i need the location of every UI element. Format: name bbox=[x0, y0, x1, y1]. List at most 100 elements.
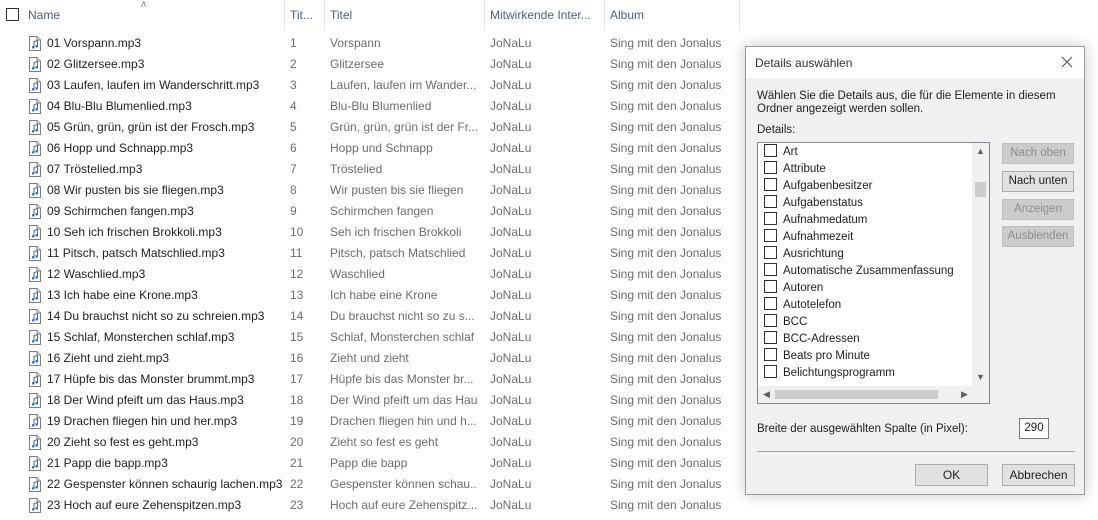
file-row[interactable]: 16 Zieht und zieht.mp3 16 Zieht und zieht J… bbox=[0, 348, 740, 369]
audio-file-icon bbox=[29, 225, 41, 240]
details-item[interactable]: BCC bbox=[764, 314, 807, 331]
details-item[interactable]: Autoren bbox=[764, 280, 823, 297]
details-checkbox[interactable] bbox=[764, 144, 777, 158]
file-row[interactable]: 17 Hüpfe bis das Monster brummt.mp3 17 Hüp… bbox=[0, 369, 740, 390]
track-title: Glitzersee bbox=[330, 57, 385, 71]
column-header-title[interactable]: Titel bbox=[325, 0, 485, 30]
details-item[interactable]: Aufnahmezeit bbox=[764, 229, 853, 246]
horizontal-scroll-thumb[interactable] bbox=[775, 390, 938, 399]
column-header-track[interactable]: Tit... bbox=[285, 0, 325, 30]
dialog-titlebar: Details auswählen bbox=[746, 47, 1084, 78]
track-artist: JoNaLu bbox=[490, 57, 532, 71]
column-header-album[interactable]: Album bbox=[605, 0, 740, 30]
details-checkbox[interactable] bbox=[764, 263, 777, 277]
details-checkbox[interactable] bbox=[764, 280, 777, 294]
file-row[interactable]: 01 Vorspann.mp3 1 Vorspann JoNaLu Sing mit d… bbox=[0, 33, 740, 54]
details-checkbox[interactable] bbox=[764, 178, 777, 192]
file-row[interactable]: 07 Tröstelied.mp3 7 Tröstelied JoNaLu Sing m… bbox=[0, 159, 740, 180]
details-checkbox[interactable] bbox=[764, 195, 777, 209]
move-up-button[interactable]: Nach oben bbox=[1002, 143, 1074, 164]
column-header-name[interactable]: Name bbox=[23, 0, 285, 30]
details-checkbox[interactable] bbox=[764, 212, 777, 226]
track-album: Sing mit den Jonalus bbox=[610, 141, 722, 155]
details-item[interactable]: Attribute bbox=[764, 161, 826, 178]
track-artist: JoNaLu bbox=[490, 225, 532, 239]
details-checkbox[interactable] bbox=[764, 365, 777, 379]
details-item[interactable]: Automatische Zusammenfassung bbox=[764, 263, 954, 280]
file-row[interactable]: 03 Laufen, laufen im Wanderschritt.mp3 3 L… bbox=[0, 75, 740, 96]
close-icon[interactable] bbox=[1058, 53, 1076, 71]
file-row[interactable]: 19 Drachen fliegen hin und her.mp3 19 Drac… bbox=[0, 411, 740, 432]
file-row[interactable]: 05 Grün, grün, grün ist der Frosch.mp3 5 G… bbox=[0, 117, 740, 138]
track-artist: JoNaLu bbox=[490, 477, 532, 491]
scroll-up-icon[interactable]: ▲ bbox=[972, 143, 989, 160]
scroll-down-icon[interactable]: ▼ bbox=[972, 369, 989, 386]
file-row[interactable]: 15 Schlaf, Monsterchen schlaf.mp3 15 Schla… bbox=[0, 327, 740, 348]
vertical-scroll-thumb[interactable] bbox=[975, 182, 986, 197]
column-width-input[interactable]: 290 bbox=[1019, 418, 1049, 439]
details-item-label: Autoren bbox=[783, 282, 824, 294]
details-item[interactable]: Art bbox=[764, 144, 798, 161]
details-checkbox[interactable] bbox=[764, 314, 777, 328]
track-artist: JoNaLu bbox=[490, 330, 532, 344]
track-album: Sing mit den Jonalus bbox=[610, 78, 722, 92]
details-checkbox[interactable] bbox=[764, 331, 777, 345]
details-checkbox[interactable] bbox=[764, 161, 777, 175]
file-row[interactable]: 21 Papp die bapp.mp3 21 Papp die bapp JoNaL… bbox=[0, 453, 740, 474]
file-row[interactable]: 08 Wir pusten bis sie fliegen.mp3 8 Wir pu… bbox=[0, 180, 740, 201]
file-row[interactable]: 11 Pitsch, patsch Matschlied.mp3 11 Pitsch… bbox=[0, 243, 740, 264]
vertical-scrollbar[interactable]: ▲ ▼ bbox=[972, 143, 989, 386]
scroll-left-icon[interactable]: ◀ bbox=[758, 386, 775, 403]
details-item[interactable]: Aufgabenstatus bbox=[764, 195, 863, 212]
details-item[interactable]: Beats pro Minute bbox=[764, 348, 870, 365]
file-row[interactable]: 10 Seh ich frischen Brokkoli.mp3 10 Seh ic… bbox=[0, 222, 740, 243]
scroll-right-icon[interactable]: ▶ bbox=[956, 386, 973, 403]
hide-button[interactable]: Ausblenden bbox=[1002, 226, 1074, 247]
file-row[interactable]: 22 Gespenster können schaurig lachen.mp3… bbox=[0, 474, 740, 495]
details-checkbox[interactable] bbox=[764, 348, 777, 362]
file-row[interactable]: 23 Hoch auf eure Zehenspitzen.mp3 23 Hoch … bbox=[0, 495, 740, 516]
details-item[interactable]: Aufgabenbesitzer bbox=[764, 178, 873, 195]
details-item[interactable]: Belichtungsprogramm bbox=[764, 365, 895, 382]
file-row[interactable]: 14 Du brauchst nicht so zu schreien.mp3 1… bbox=[0, 306, 740, 327]
show-button[interactable]: Anzeigen bbox=[1002, 199, 1074, 220]
track-number: 18 bbox=[290, 393, 304, 407]
track-title: Tröstelied bbox=[330, 162, 383, 176]
file-name: 13 Ich habe eine Krone.mp3 bbox=[47, 288, 198, 302]
audio-file-icon bbox=[29, 141, 41, 156]
file-row[interactable]: 06 Hopp und Schnapp.mp3 6 Hopp und Schnapp… bbox=[0, 138, 740, 159]
file-name: 11 Pitsch, patsch Matschlied.mp3 bbox=[47, 246, 225, 260]
column-header-artist[interactable]: Mitwirkende Inter... bbox=[485, 0, 605, 30]
track-title: Drachen fliegen hin und h... bbox=[330, 414, 477, 428]
details-item[interactable]: Ausrichtung bbox=[764, 246, 844, 263]
file-row[interactable]: 12 Waschlied.mp3 12 Waschlied JoNaLu Sing mi… bbox=[0, 264, 740, 285]
move-down-button[interactable]: Nach unten bbox=[1002, 171, 1074, 192]
details-listbox[interactable]: Art Attribute Aufgabenbesitzer Aufgabenstat… bbox=[757, 142, 990, 404]
details-checkbox[interactable] bbox=[764, 297, 777, 311]
track-title: Ich habe eine Krone bbox=[330, 288, 438, 302]
details-item[interactable]: Autotelefon bbox=[764, 297, 841, 314]
details-checkbox[interactable] bbox=[764, 246, 777, 260]
file-row[interactable]: 09 Schirmchen fangen.mp3 9 Schirmchen fang… bbox=[0, 201, 740, 222]
audio-file-icon bbox=[29, 309, 41, 324]
file-row[interactable]: 02 Glitzersee.mp3 2 Glitzersee JoNaLu Sing m… bbox=[0, 54, 740, 75]
details-checkbox[interactable] bbox=[764, 229, 777, 243]
ok-button[interactable]: OK bbox=[915, 464, 988, 486]
track-album: Sing mit den Jonalus bbox=[610, 351, 722, 365]
select-all-checkbox[interactable] bbox=[6, 8, 19, 21]
details-item[interactable]: BCC-Adressen bbox=[764, 331, 860, 348]
details-item-label: Autotelefon bbox=[783, 299, 842, 311]
track-artist: JoNaLu bbox=[490, 183, 532, 197]
dialog-description: Wählen Sie die Details aus, die für die … bbox=[757, 90, 1056, 115]
horizontal-scrollbar[interactable]: ◀ ▶ bbox=[758, 386, 973, 403]
cancel-button[interactable]: Abbrechen bbox=[1002, 464, 1075, 486]
file-row[interactable]: 13 Ich habe eine Krone.mp3 13 Ich habe ein… bbox=[0, 285, 740, 306]
audio-file-icon bbox=[29, 351, 41, 366]
track-artist: JoNaLu bbox=[490, 288, 532, 302]
scrollbar-corner bbox=[972, 386, 989, 403]
file-row[interactable]: 18 Der Wind pfeift um das Haus.mp3 18 Der … bbox=[0, 390, 740, 411]
details-item[interactable]: Aufnahmedatum bbox=[764, 212, 867, 229]
file-row[interactable]: 04 Blu-Blu Blumenlied.mp3 4 Blu-Blu Blumen… bbox=[0, 96, 740, 117]
file-row[interactable]: 20 Zieht so fest es geht.mp3 20 Zieht so f… bbox=[0, 432, 740, 453]
track-artist: JoNaLu bbox=[490, 435, 532, 449]
